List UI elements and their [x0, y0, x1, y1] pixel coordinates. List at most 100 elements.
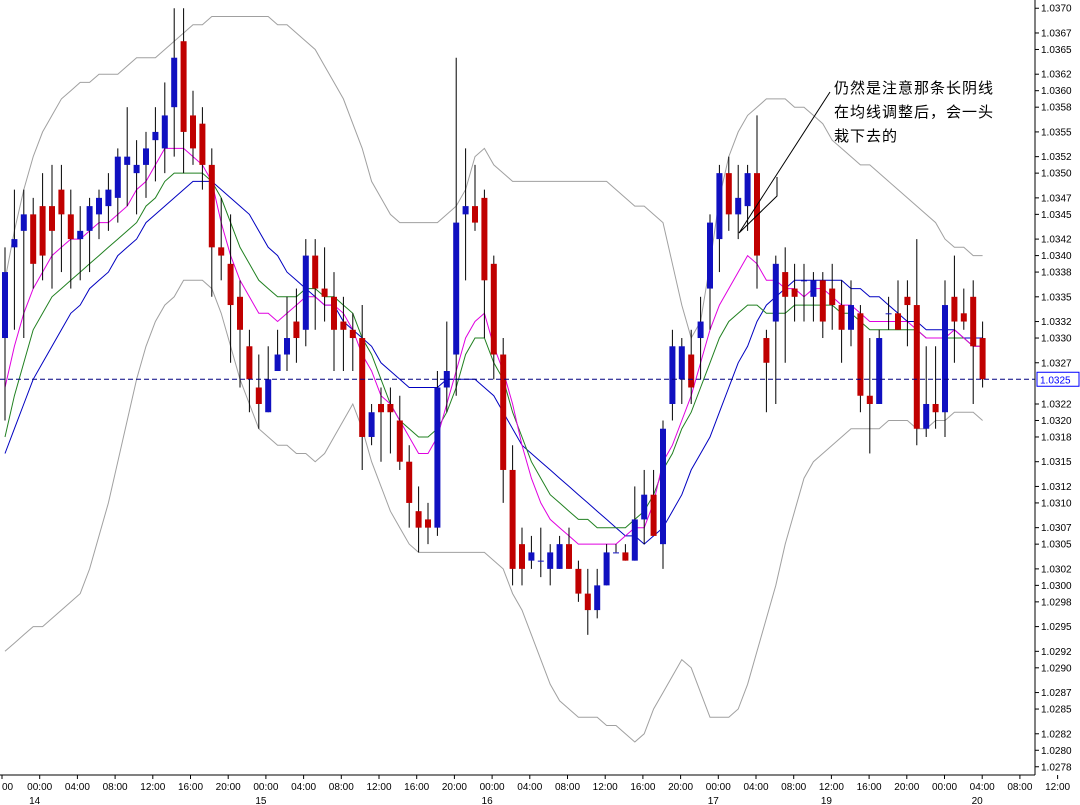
y-tick-label: 1.0300: [1041, 581, 1072, 592]
candle: [603, 544, 610, 586]
x-tick-label: 04:00: [970, 782, 995, 793]
candle: [11, 189, 18, 330]
candle: [500, 338, 507, 503]
candle-body: [77, 230, 84, 240]
candle: [838, 280, 845, 363]
candle: [2, 247, 8, 421]
candle-body: [2, 272, 8, 339]
candle-body: [143, 148, 149, 165]
x-tick-label: 04:00: [743, 782, 768, 793]
y-tick-label: 1.0335: [1041, 292, 1072, 303]
x-tick-label: 16:00: [857, 782, 882, 793]
y-tick-label: 1.0287: [1041, 688, 1072, 699]
candle: [932, 346, 939, 429]
y-tick-label: 1.0280: [1041, 746, 1072, 757]
candle-body: [584, 593, 591, 611]
x-tick-label: 08:00: [555, 782, 580, 793]
y-tick-label: 1.0360: [1041, 86, 1072, 97]
candle-body: [923, 403, 930, 429]
candle: [641, 469, 648, 545]
candle-body: [321, 288, 328, 297]
candle: [688, 329, 695, 404]
candle-body: [387, 403, 394, 413]
y-tick-label: 1.0290: [1041, 663, 1072, 674]
candle-body: [396, 420, 403, 462]
candle: [415, 486, 422, 553]
candle-body: [67, 214, 74, 240]
candle-body: [819, 280, 826, 322]
candle: [312, 239, 319, 330]
candle-body: [754, 173, 760, 256]
candle: [434, 371, 441, 536]
y-tick-label: 1.0327: [1041, 358, 1072, 369]
candle: [678, 338, 685, 404]
candle-body: [641, 494, 648, 520]
y-tick-label: 1.0305: [1041, 540, 1072, 551]
candle-body: [622, 552, 629, 561]
candle-body: [133, 164, 140, 174]
candle-body: [509, 469, 516, 569]
x-tick-label: 16:00: [630, 782, 655, 793]
candle-body: [434, 387, 441, 528]
candle: [490, 255, 497, 380]
candle: [556, 535, 563, 569]
candle-body: [810, 280, 817, 297]
candle-body: [772, 263, 779, 322]
candle: [631, 486, 638, 561]
candle-body: [876, 338, 883, 404]
candle-body: [293, 321, 300, 339]
candle-body: [481, 197, 488, 281]
candle-body: [885, 313, 892, 315]
candle: [791, 263, 798, 322]
y-tick-label: 1.0285: [1041, 705, 1072, 716]
candle-body: [829, 288, 836, 306]
candle: [876, 329, 883, 404]
candle-body: [462, 206, 469, 215]
candle-body: [669, 346, 676, 404]
candle-body: [284, 338, 290, 355]
candle: [49, 164, 55, 289]
candle: [453, 57, 460, 396]
x-tick-label: 20:00: [442, 782, 467, 793]
x-tick-label: 00:00: [932, 782, 957, 793]
x-tick-label: 12:00: [819, 782, 844, 793]
candle: [359, 305, 366, 470]
candle: [96, 189, 102, 240]
candle-body: [707, 222, 713, 289]
candle-body: [970, 296, 977, 347]
candle: [378, 387, 384, 462]
x-tick-label: 12:00: [140, 782, 165, 793]
y-tick-label: 1.0278: [1041, 762, 1072, 773]
candle-body: [199, 123, 206, 165]
candle-body: [406, 461, 413, 503]
x-tick-label: 16:00: [404, 782, 429, 793]
candle: [885, 296, 892, 330]
candle-body: [866, 395, 873, 404]
candle: [735, 164, 742, 240]
x-tick-label: 00:00: [706, 782, 731, 793]
candle: [575, 560, 582, 602]
candle: [349, 313, 356, 372]
candle: [67, 189, 74, 289]
y-tick-label: 1.0330: [1041, 334, 1072, 345]
candle: [819, 272, 826, 339]
candle-body: [359, 338, 366, 437]
candle: [848, 280, 854, 347]
candle-body: [678, 346, 685, 380]
y-tick-label: 1.0307: [1041, 523, 1072, 534]
x-tick-label: 00: [2, 782, 14, 793]
y-tick-label: 1.0342: [1041, 235, 1072, 246]
candle: [199, 107, 206, 190]
candle-body: [942, 305, 948, 413]
candle-body: [39, 206, 46, 256]
candle-body: [763, 338, 770, 363]
candle-body: [716, 173, 723, 240]
candle-body: [960, 313, 967, 322]
candle: [321, 247, 328, 322]
y-tick-label: 1.0362: [1041, 70, 1072, 81]
candle-body: [688, 354, 695, 388]
candle-body: [857, 313, 864, 396]
candle-body: [537, 560, 544, 562]
candle: [913, 239, 920, 446]
current-price-label: 1.0325: [1040, 375, 1071, 386]
